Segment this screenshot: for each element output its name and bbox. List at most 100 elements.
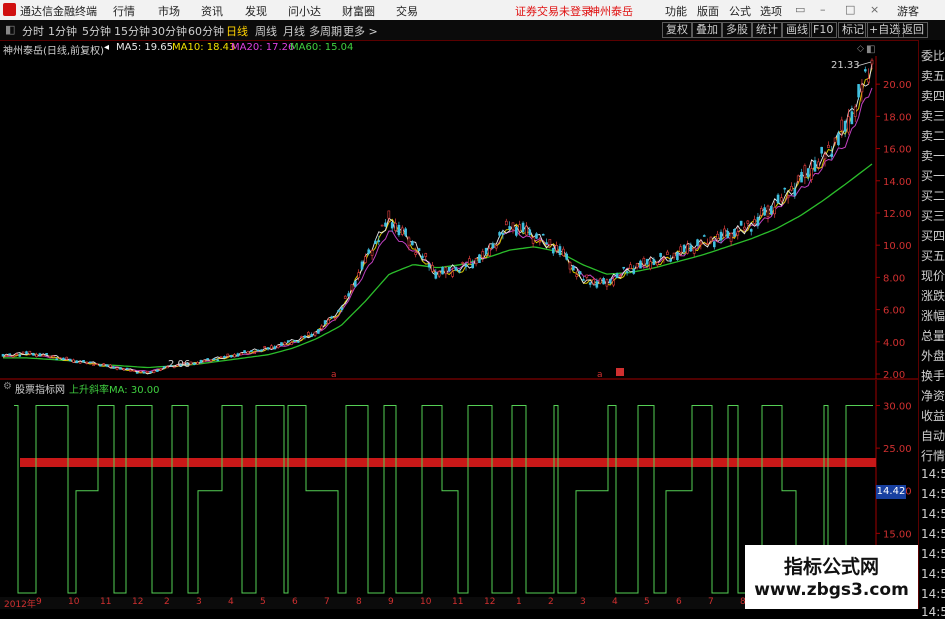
candle-body <box>75 360 79 364</box>
candle-body <box>293 340 297 342</box>
tab-intraday[interactable]: 分时 <box>22 23 44 39</box>
side-item-sell4[interactable]: 卖四 <box>921 87 945 104</box>
side-item-outer[interactable]: 外盘 <box>921 347 945 364</box>
candle-body <box>253 352 256 354</box>
tab-multi-period[interactable]: 多周期 <box>309 23 342 39</box>
tab-1min[interactable]: 1分钟 <box>48 23 77 39</box>
candle-body <box>689 245 693 252</box>
back-button[interactable]: 返回 <box>898 22 928 38</box>
guest-label[interactable]: 游客 <box>897 3 919 19</box>
menu-item-function[interactable]: 功能 <box>665 3 687 19</box>
ma5-line <box>2 62 873 375</box>
close-icon[interactable]: × <box>870 3 879 16</box>
event-marker-icon[interactable]: a <box>331 370 337 380</box>
tab-monthly[interactable]: 月线 <box>283 23 305 39</box>
maximize-icon[interactable]: □ <box>845 3 855 16</box>
candle-body <box>830 153 834 157</box>
side-item-buy3[interactable]: 买三 <box>921 207 945 224</box>
chart-canvas[interactable]: 20.00 18.00 16.00 14.00 12.00 10.00 8.00 6.00 4.… <box>0 40 918 597</box>
side-item-change[interactable]: 涨跌 <box>921 287 945 304</box>
candle-body <box>31 352 35 356</box>
tab-daily[interactable]: 日线 <box>226 23 248 39</box>
date-axis-label: 6 <box>292 597 298 607</box>
tab-5min[interactable]: 5分钟 <box>82 23 111 39</box>
candle-body <box>229 355 233 358</box>
side-item-price[interactable]: 现价 <box>921 267 945 284</box>
menu-item-options[interactable]: 选项 <box>760 3 782 19</box>
menu-item-layout[interactable]: 版面 <box>697 3 719 19</box>
side-item-order-ratio[interactable]: 委比 <box>921 47 945 64</box>
side-item-sell1[interactable]: 卖一 <box>921 147 945 164</box>
candle-body <box>595 281 599 288</box>
candle-body <box>719 231 723 241</box>
event-marker-icon[interactable]: a <box>597 370 603 380</box>
menu-item-news[interactable]: 资讯 <box>201 3 223 19</box>
side-item-sell3[interactable]: 卖三 <box>921 107 945 124</box>
side-item-earnings[interactable]: 收益 <box>921 407 945 424</box>
candle-body <box>800 171 803 183</box>
mark-button[interactable]: 标记 <box>838 22 868 38</box>
tab-15min[interactable]: 15分钟 <box>114 23 150 39</box>
side-item-auto[interactable]: 自动 <box>921 427 945 444</box>
tab-weekly[interactable]: 周线 <box>255 23 277 39</box>
candle-body <box>447 267 451 272</box>
login-notice[interactable]: 证券交易未登录 <box>515 3 592 19</box>
watermark-url: www.zbgs3.com <box>754 580 909 600</box>
overlay-button[interactable]: 叠加 <box>692 22 722 38</box>
side-item-buy1[interactable]: 买一 <box>921 167 945 184</box>
candle-body <box>645 258 649 265</box>
side-item-volume[interactable]: 总量 <box>921 327 945 344</box>
side-item-sell5[interactable]: 卖五 <box>921 67 945 84</box>
candle-body <box>806 168 810 178</box>
candle-body <box>605 279 609 287</box>
panel-toggle-icon[interactable]: ◧ <box>866 44 875 55</box>
side-item-buy2[interactable]: 买二 <box>921 187 945 204</box>
menu-item-discover[interactable]: 发现 <box>245 3 267 19</box>
collapse-icon[interactable]: ◧ <box>5 23 15 36</box>
candle-body <box>619 275 622 277</box>
side-item-sell2[interactable]: 卖二 <box>921 127 945 144</box>
candle-body <box>427 264 431 268</box>
indicator-name: 上升斜率MA: 30.00 <box>69 385 160 396</box>
date-axis-label: 7 <box>324 597 330 607</box>
menu-item-quotes[interactable]: 行情 <box>113 3 135 19</box>
menu-item-trade[interactable]: 交易 <box>396 3 418 19</box>
candle-body <box>541 233 545 236</box>
side-item-quotes[interactable]: 行情 <box>921 447 945 464</box>
candle-body <box>488 248 491 256</box>
tab-60min[interactable]: 60分钟 <box>188 23 224 39</box>
candle-body <box>310 333 313 337</box>
date-axis-label: 6 <box>676 597 682 607</box>
candle-body <box>394 222 397 231</box>
side-item-net-assets[interactable]: 净资 <box>921 387 945 404</box>
menu-item-xiaoda[interactable]: 问小达 <box>288 3 321 19</box>
event-marker-icon[interactable] <box>616 368 624 376</box>
menu-item-wealth-circle[interactable]: 财富圈 <box>342 3 375 19</box>
indicator-settings-icon[interactable]: ⚙ <box>3 381 12 392</box>
draw-line-button[interactable]: 画线 <box>782 22 812 38</box>
tab-30min[interactable]: 30分钟 <box>151 23 187 39</box>
candle-body <box>790 186 793 191</box>
zoom-icon[interactable]: ◇ <box>857 44 864 54</box>
side-item-buy4[interactable]: 买四 <box>921 227 945 244</box>
restore-rights-button[interactable]: 复权 <box>662 22 692 38</box>
side-item-buy5[interactable]: 买五 <box>921 247 945 264</box>
statistics-button[interactable]: 统计 <box>752 22 782 38</box>
menu-item-market[interactable]: 市场 <box>158 3 180 19</box>
side-item-turnover[interactable]: 换手 <box>921 367 945 384</box>
candle-body <box>437 271 441 277</box>
multi-stock-button[interactable]: 多股 <box>722 22 752 38</box>
side-item-change-pct[interactable]: 涨幅 <box>921 307 945 324</box>
candle-body <box>28 350 32 355</box>
candle-body <box>592 279 595 284</box>
tab-more[interactable]: 更多 > <box>343 23 378 39</box>
menu-item-formula[interactable]: 公式 <box>729 3 751 19</box>
candle-body <box>578 271 582 275</box>
candle-body <box>246 351 250 354</box>
minimize-icon[interactable]: ▭ <box>795 3 805 16</box>
candle-body <box>545 242 548 245</box>
f10-button[interactable]: F10 <box>809 22 838 38</box>
candle-body <box>649 261 652 269</box>
window-control-icon[interactable]: – <box>820 3 826 16</box>
candle-body <box>374 240 377 244</box>
